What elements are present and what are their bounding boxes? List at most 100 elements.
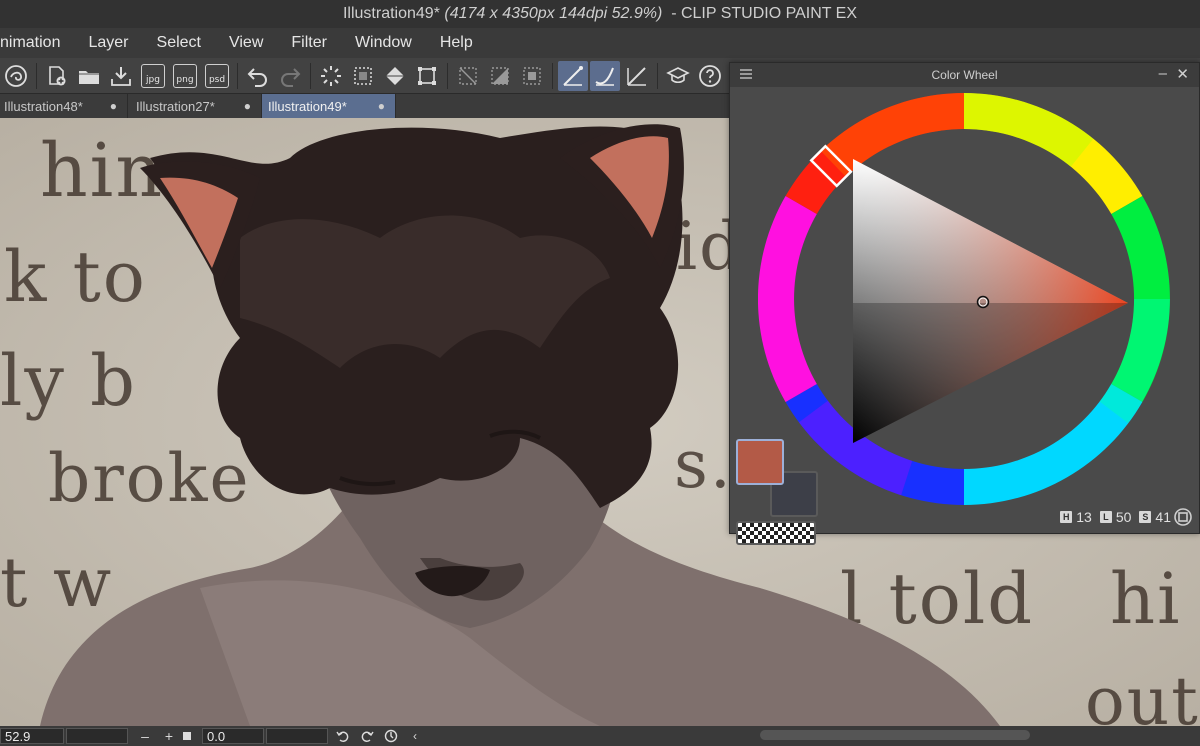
tab-illustration49[interactable]: Illustration49* ● — [262, 94, 396, 118]
rotate-right-icon — [361, 731, 374, 742]
jpg-file-icon: jpg — [141, 63, 165, 88]
zoom-out-button[interactable]: – — [136, 728, 154, 744]
lightness-value[interactable]: 50 — [1116, 509, 1132, 525]
menu-animation[interactable]: nimation — [0, 28, 74, 58]
horizontal-scrollbar[interactable] — [760, 730, 1030, 740]
toolbar-separator — [447, 62, 448, 89]
toolbar-separator — [552, 62, 553, 89]
reset-rotation-button[interactable] — [382, 728, 400, 744]
tab-close-icon[interactable]: ● — [378, 99, 385, 113]
color-wheel-header[interactable]: Color Wheel – ✕ — [730, 63, 1199, 87]
export-png-button[interactable]: png — [170, 61, 200, 91]
toolbar-separator — [310, 62, 311, 89]
redo-button[interactable] — [275, 61, 305, 91]
new-file-button[interactable] — [42, 61, 72, 91]
undo-button[interactable] — [243, 61, 273, 91]
export-jpg-button[interactable]: jpg — [138, 61, 168, 91]
png-file-icon: png — [173, 63, 197, 88]
invert-selection-icon — [354, 66, 372, 85]
folder-icon — [79, 70, 99, 84]
lightness-label: L — [1099, 511, 1112, 523]
menu-help[interactable]: Help — [426, 28, 487, 58]
deselect-button[interactable] — [316, 61, 346, 91]
menu-layer[interactable]: Layer — [74, 28, 142, 58]
tab-illustration48[interactable]: Illustration48* ● — [0, 94, 128, 118]
color-wheel-panel: Color Wheel – ✕ H 13 L 50 S 41 — [729, 62, 1200, 545]
fill-bucket-icon — [386, 66, 404, 85]
redo-icon — [281, 67, 301, 87]
hide-selection-button[interactable] — [453, 61, 483, 91]
help-button[interactable] — [695, 61, 725, 91]
clip-studio-icon — [5, 64, 27, 87]
saturation-value[interactable]: 41 — [1155, 509, 1171, 525]
toolbar-separator — [36, 62, 37, 89]
menu-bar: nimation Layer Select View Filter Window… — [0, 28, 1200, 58]
tab-label: Illustration27* — [136, 98, 215, 114]
rotate-right-button[interactable] — [358, 728, 376, 744]
menu-grip-icon[interactable] — [740, 69, 752, 79]
hue-value[interactable]: 13 — [1076, 509, 1092, 525]
reset-rotation-icon — [384, 729, 398, 743]
save-button[interactable] — [106, 61, 136, 91]
snap-ruler-icon — [563, 65, 583, 86]
rotation-field[interactable]: 0.0 — [202, 728, 264, 744]
new-file-icon — [49, 65, 66, 85]
show-selection-button[interactable] — [485, 61, 515, 91]
color-wheel-graphic[interactable] — [757, 93, 1170, 505]
toolbar-separator — [657, 62, 658, 89]
menu-window[interactable]: Window — [341, 28, 426, 58]
snap-special-ruler-button[interactable] — [590, 60, 620, 91]
tab-close-icon[interactable]: ● — [110, 99, 117, 113]
snap-grid-button[interactable] — [622, 61, 652, 91]
zoom-slider[interactable] — [66, 728, 128, 744]
open-folder-button[interactable] — [74, 61, 104, 91]
rotation-slider[interactable] — [266, 728, 328, 744]
invert-selection-button[interactable] — [348, 61, 378, 91]
fill-button[interactable] — [380, 61, 410, 91]
deselect-icon — [321, 65, 341, 86]
snap-grid-icon — [627, 66, 646, 86]
color-wheel-body: H 13 L 50 S 41 — [730, 87, 1199, 545]
clear-outside-selection-button[interactable] — [517, 61, 547, 91]
tab-label: Illustration48* — [4, 98, 83, 114]
psd-file-icon: psd — [205, 63, 229, 88]
color-space-toggle-icon[interactable] — [1173, 507, 1193, 527]
selection-hide-icon — [459, 66, 477, 85]
title-document-info: (4174 x 4350px 144dpi 52.9%) — [444, 5, 663, 22]
close-button[interactable]: ✕ — [1176, 65, 1189, 83]
title-app: - CLIP STUDIO PAINT EX — [671, 5, 858, 22]
snap-special-ruler-icon — [595, 67, 614, 86]
clip-studio-button[interactable] — [1, 61, 31, 91]
document-tabs: Illustration48* ● Illustration27* ● Illu… — [0, 94, 740, 118]
snap-ruler-button[interactable] — [558, 60, 588, 91]
save-download-icon — [111, 66, 131, 86]
export-psd-button[interactable]: psd — [202, 61, 232, 91]
transform-button[interactable] — [412, 61, 442, 91]
title-bar: Illustration49* (4174 x 4350px 144dpi 52… — [0, 0, 1200, 28]
panel-title: Color Wheel — [931, 68, 998, 82]
menu-view[interactable]: View — [215, 28, 277, 58]
transparent-color-swatch[interactable] — [736, 521, 816, 545]
tab-illustration27[interactable]: Illustration27* ● — [128, 94, 262, 118]
minimize-button[interactable]: – — [1159, 65, 1167, 82]
transform-icon — [418, 66, 436, 85]
learn-button[interactable] — [663, 61, 693, 91]
toolbar-separator — [237, 62, 238, 89]
tab-close-icon[interactable]: ● — [244, 99, 251, 113]
fit-screen-button[interactable] — [178, 728, 196, 744]
tab-label: Illustration49* — [268, 98, 347, 114]
main-color-swatch[interactable] — [736, 439, 784, 485]
rotate-left-button[interactable] — [334, 728, 352, 744]
hue-ring[interactable] — [757, 93, 1170, 505]
status-bar: 52.9 – + 0.0 ‹ — [0, 726, 1200, 746]
zoom-field[interactable]: 52.9 — [0, 728, 64, 744]
graduation-cap-icon — [666, 66, 690, 83]
rotate-left-icon — [336, 731, 349, 742]
zoom-in-button[interactable]: + — [160, 728, 178, 744]
stop-square-icon — [183, 732, 191, 740]
collapse-arrow-icon[interactable]: ‹ — [406, 728, 424, 744]
menu-select[interactable]: Select — [143, 28, 215, 58]
selection-frame-icon — [523, 66, 541, 85]
title-document: Illustration49* — [342, 5, 440, 22]
menu-filter[interactable]: Filter — [277, 28, 341, 58]
